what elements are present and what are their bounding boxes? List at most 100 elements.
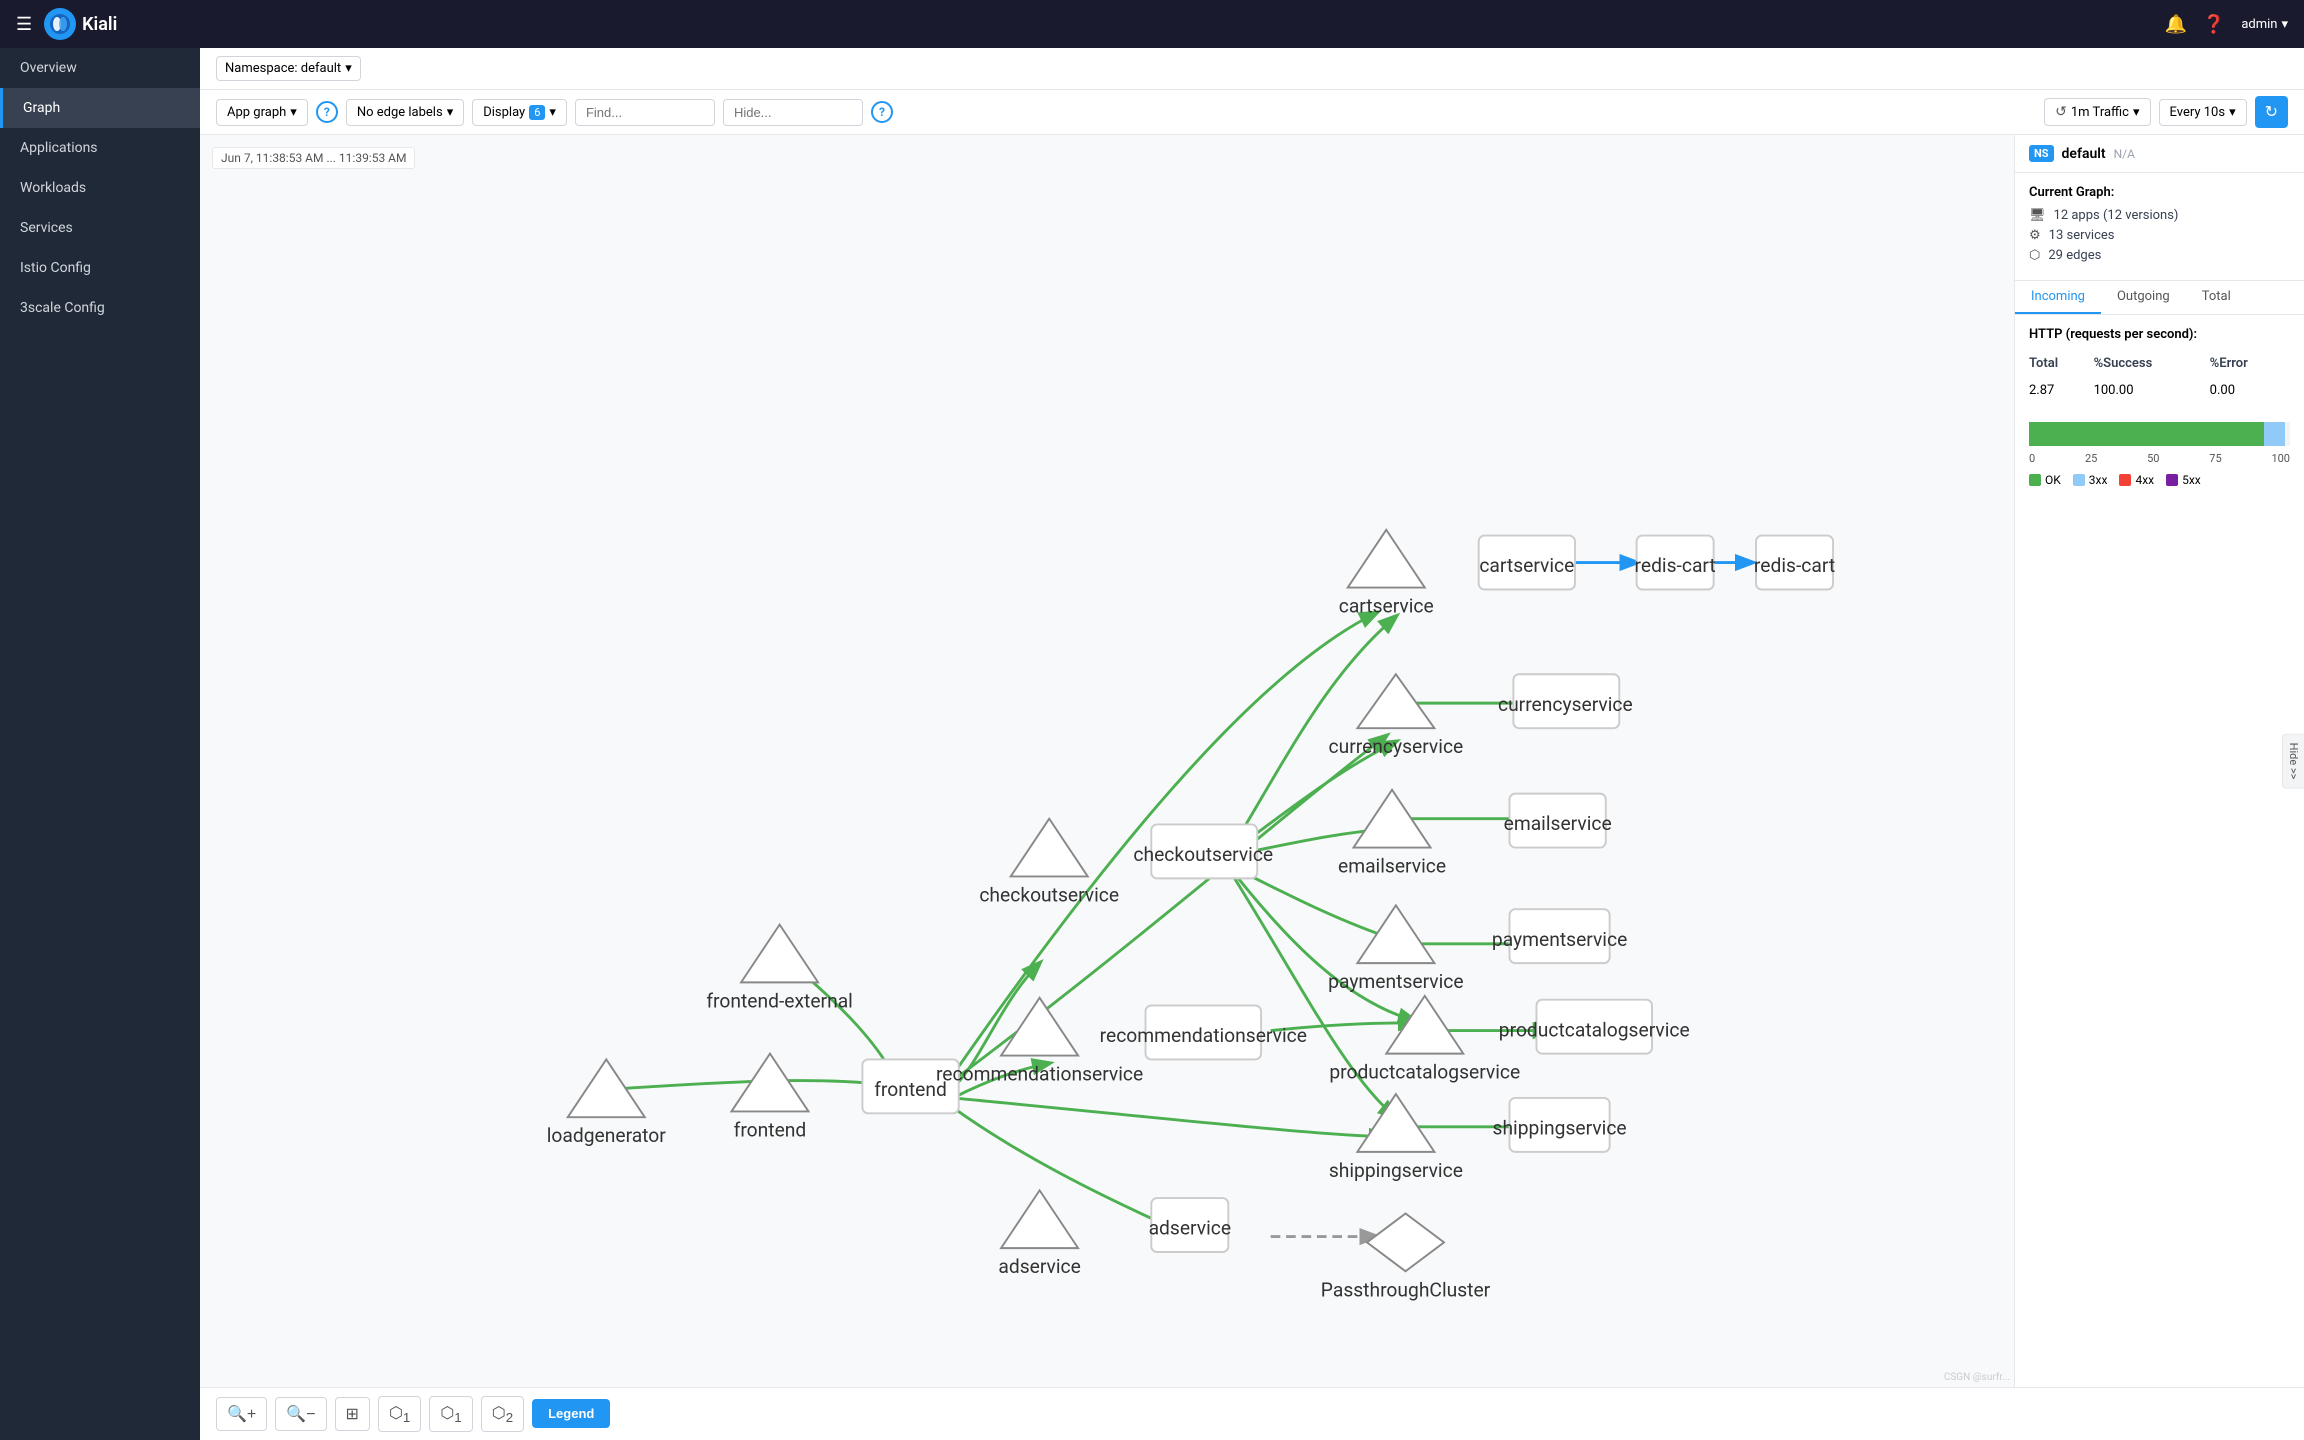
label-shippingservice-svc: shippingservice (1493, 1117, 1627, 1140)
bottom-toolbar: 🔍+ 🔍− ⊞ ⬡1 ⬡1 ⬡2 Legend (200, 1387, 2304, 1440)
traffic-label: 1m Traffic (2071, 105, 2129, 120)
http-title: HTTP (requests per second): (2029, 327, 2290, 342)
ns-name: default (2062, 146, 2106, 162)
http-table: Total %Success %Error 2.87 100.00 0.00 (2029, 352, 2290, 402)
label-productcatalogservice-svc: productcatalogservice (1499, 1018, 1690, 1041)
node-recommendationservice-app (1001, 998, 1078, 1056)
apps-icon: 🖥 (2029, 208, 2046, 223)
filter-help-button[interactable]: ? (871, 101, 893, 123)
traffic-tabs: Incoming Outgoing Total (2015, 281, 2304, 315)
services-stat: ⚙ 13 services (2029, 228, 2290, 243)
edge-labels-label: No edge labels (357, 105, 443, 120)
legend-3xx-dot (2073, 474, 2085, 486)
zoom-in-button[interactable]: 🔍+ (216, 1397, 267, 1431)
tab-total[interactable]: Total (2186, 281, 2247, 314)
label-frontend-app: frontend (734, 1118, 807, 1141)
sidebar-item-services[interactable]: Services (0, 208, 200, 248)
user-chevron-icon: ▾ (2281, 17, 2288, 32)
nav-right: 🔔 ❓ admin ▾ (2164, 14, 2288, 35)
graph-canvas[interactable]: Jun 7, 11:38:53 AM ... 11:39:53 AM (200, 135, 2014, 1387)
side-panel: Hide >> NS default N/A Current Graph: 🖥 … (2014, 135, 2304, 1387)
legend-3xx: 3xx (2073, 473, 2108, 487)
label-paymentservice-app: paymentservice (1328, 970, 1463, 993)
axis-50: 50 (2147, 452, 2159, 465)
tab-outgoing[interactable]: Outgoing (2101, 281, 2186, 314)
sidebar-item-overview[interactable]: Overview (0, 48, 200, 88)
sidebar-item-graph[interactable]: Graph (0, 88, 200, 128)
tab-incoming[interactable]: Incoming (2015, 281, 2101, 314)
zoom-out-button[interactable]: 🔍− (275, 1397, 326, 1431)
label-adservice-app: adservice (998, 1255, 1080, 1278)
node-shippingservice-app (1357, 1094, 1434, 1152)
notifications-icon[interactable]: 🔔 (2164, 14, 2186, 35)
label-currencyservice-app: currencyservice (1329, 735, 1464, 758)
namespace-toolbar: Namespace: default ▾ (200, 48, 2304, 90)
sidebar-item-istio-config[interactable]: Istio Config (0, 248, 200, 288)
label-currencyservice-svc: currencyservice (1498, 693, 1633, 716)
label-recommendationservice-svc: recommendationservice (1100, 1024, 1307, 1047)
layout3-button[interactable]: ⬡2 (481, 1396, 524, 1432)
graph-content: Jun 7, 11:38:53 AM ... 11:39:53 AM (200, 135, 2304, 1387)
traffic-section: HTTP (requests per second): Total %Succe… (2015, 315, 2304, 414)
legend-4xx-dot (2119, 474, 2131, 486)
panel-header: NS default N/A (2015, 135, 2304, 173)
node-paymentservice-app (1357, 905, 1434, 963)
find-input[interactable] (575, 99, 715, 126)
hamburger-menu[interactable]: ☰ (16, 14, 32, 35)
hide-input[interactable] (723, 99, 863, 126)
label-emailservice-svc: emailservice (1504, 812, 1612, 835)
legend-ok-label: OK (2045, 473, 2061, 487)
chart-legend: OK 3xx 4xx 5xx (2029, 473, 2290, 487)
traffic-time-dropdown[interactable]: ↺ 1m Traffic ▾ (2044, 98, 2150, 126)
layout2-label: 1 (454, 1410, 461, 1425)
layout1-button[interactable]: ⬡1 (378, 1396, 421, 1432)
hide-panel-button[interactable]: Hide >> (2282, 734, 2304, 789)
apps-stat: 🖥 12 apps (12 versions) (2029, 208, 2290, 223)
val-success: 100.00 (2094, 379, 2210, 402)
services-icon: ⚙ (2029, 228, 2041, 243)
label-checkoutservice-app: checkoutservice (979, 883, 1119, 906)
legend-ok-dot (2029, 474, 2041, 486)
layout2-icon: ⬡ (440, 1405, 454, 1422)
label-shippingservice-app: shippingservice (1329, 1159, 1463, 1182)
fit-button[interactable]: ⊞ (335, 1397, 370, 1431)
chart-bar-3xx (2264, 422, 2285, 446)
node-productcatalogservice-app (1386, 996, 1463, 1054)
chart-bar-area (2029, 422, 2290, 446)
user-name: admin (2241, 17, 2277, 32)
interval-dropdown[interactable]: Every 10s ▾ (2159, 99, 2247, 126)
user-menu[interactable]: admin ▾ (2241, 17, 2288, 32)
logo-icon (44, 8, 76, 40)
label-productcatalogservice-app: productcatalogservice (1329, 1061, 1520, 1084)
nav-left: ☰ Kiali (16, 8, 117, 40)
watermark: CSGN @surfr... (1944, 1372, 2010, 1383)
graph-help-button[interactable]: ? (316, 101, 338, 123)
axis-75: 75 (2209, 452, 2221, 465)
sidebar-item-3scale-config[interactable]: 3scale Config (0, 288, 200, 328)
http-row: 2.87 100.00 0.00 (2029, 379, 2290, 402)
sidebar-item-workloads[interactable]: Workloads (0, 168, 200, 208)
axis-100: 100 (2271, 452, 2290, 465)
help-icon[interactable]: ❓ (2203, 14, 2225, 35)
label-adservice-svc: adservice (1149, 1217, 1231, 1240)
current-graph-title: Current Graph: (2029, 185, 2290, 200)
legend-button[interactable]: Legend (532, 1399, 610, 1428)
layout3-label: 2 (506, 1410, 513, 1425)
interval-chevron-icon: ▾ (2229, 105, 2236, 120)
app-graph-chevron-icon: ▾ (290, 105, 297, 120)
label-emailservice-app: emailservice (1338, 855, 1446, 878)
edge-labels-dropdown[interactable]: No edge labels ▾ (346, 99, 464, 126)
node-cartservice-app (1348, 530, 1425, 588)
layout2-button[interactable]: ⬡1 (429, 1396, 472, 1432)
namespace-select[interactable]: Namespace: default ▾ (216, 56, 361, 81)
node-checkoutservice-app (1011, 819, 1088, 877)
refresh-button[interactable]: ↻ (2255, 96, 2288, 128)
graph-toolbar: App graph ▾ ? No edge labels ▾ Display 6… (200, 90, 2304, 135)
sidebar-item-applications[interactable]: Applications (0, 128, 200, 168)
edges-icon: ⬡ (2029, 248, 2040, 263)
display-count: 6 (529, 105, 545, 120)
app-graph-dropdown[interactable]: App graph ▾ (216, 99, 308, 126)
display-dropdown[interactable]: Display 6 ▾ (472, 99, 567, 126)
kiali-logo: Kiali (44, 8, 117, 40)
axis-0: 0 (2029, 452, 2035, 465)
